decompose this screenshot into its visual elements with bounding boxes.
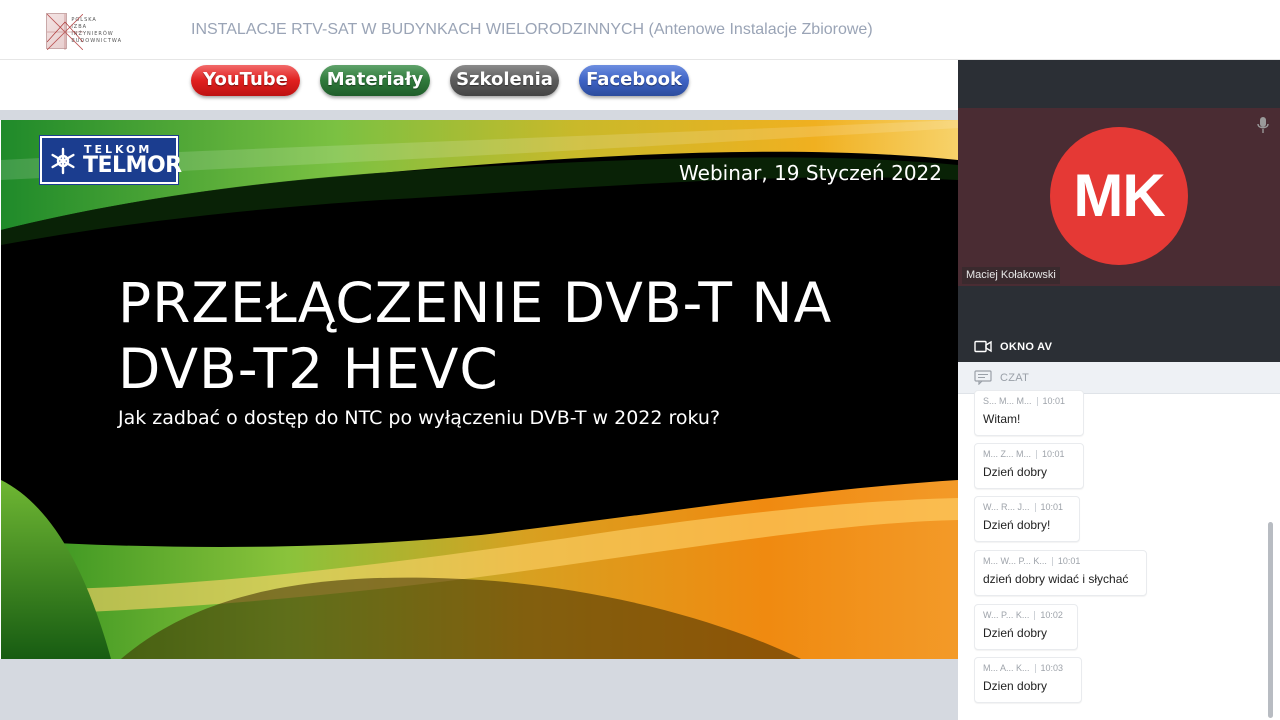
message-meta: S... M... M... 10:01 bbox=[983, 395, 1075, 409]
panel-topbar bbox=[958, 60, 1280, 108]
message-text: Dzień dobry bbox=[983, 465, 1048, 479]
participant-name: Maciej Kołakowski bbox=[962, 267, 1060, 284]
szkolenia-button[interactable]: Szkolenia bbox=[450, 65, 559, 96]
avatar: MK bbox=[1050, 127, 1188, 265]
message-time: 10:01 bbox=[1057, 556, 1081, 566]
message-author: M... Z... M... bbox=[983, 449, 1031, 459]
link-bar: YouTube Materiały Szkolenia Facebook bbox=[0, 60, 958, 110]
chat-panel: CZAT S... M... M... 10:01 Witam! M... Z..… bbox=[958, 362, 1280, 720]
message-author: W... R... J... bbox=[983, 502, 1030, 512]
slide-title: PRZEŁĄCZENIE DVB-T NA DVB-T2 HEVC bbox=[118, 270, 832, 402]
chat-message: M... A... K... 10:03 Dzien dobry bbox=[974, 657, 1082, 703]
message-meta: M... A... K... 10:03 bbox=[983, 662, 1073, 676]
message-author: M... A... K... bbox=[983, 663, 1030, 673]
slide-title-line: DVB-T2 HEVC bbox=[118, 337, 499, 401]
chat-scrollbar[interactable] bbox=[1268, 522, 1273, 718]
message-text: dzień dobry widać i słychać bbox=[983, 572, 1129, 586]
slide-subtitle: Jak zadbać o dostęp do NTC po wyłączeniu… bbox=[118, 407, 721, 429]
message-author: W... P... K... bbox=[983, 610, 1030, 620]
message-text: Dzien dobry bbox=[983, 679, 1048, 693]
message-meta: W... P... K... 10:02 bbox=[983, 609, 1069, 623]
webinar-date: Webinar, 19 Styczeń 2022 bbox=[679, 161, 942, 185]
telmor-brand-main: TELMOR bbox=[83, 153, 182, 178]
header: POLSKA IZBA INŻYNIERÓW BUDOWNICTWA INSTA… bbox=[0, 0, 1280, 60]
chat-message: M... W... P... K... 10:01 dzień dobry wid… bbox=[974, 550, 1147, 596]
message-time: 10:01 bbox=[1042, 396, 1066, 406]
message-text: Witam! bbox=[983, 412, 1021, 426]
youtube-button[interactable]: YouTube bbox=[191, 65, 300, 96]
presentation-slide: TELKOM TELMOR Webinar, 19 Styczeń 2022 P… bbox=[1, 120, 958, 659]
message-text: Dzień dobry! bbox=[983, 518, 1051, 532]
snowflake-icon bbox=[51, 147, 75, 175]
slide-bottom-area bbox=[0, 659, 958, 720]
divider bbox=[0, 110, 958, 120]
chat-message: W... P... K... 10:02 Dzień dobry bbox=[974, 604, 1078, 650]
message-time: 10:01 bbox=[1042, 449, 1065, 459]
message-meta: M... W... P... K... 10:01 bbox=[983, 555, 1138, 569]
message-time: 10:03 bbox=[1040, 663, 1064, 673]
av-window-header[interactable]: OKNO AV bbox=[958, 286, 1280, 362]
message-text: Dzień dobry bbox=[983, 626, 1048, 640]
right-panel: MK Maciej Kołakowski OKNO AV CZAT S... M… bbox=[958, 60, 1280, 720]
message-author: M... W... P... K... bbox=[983, 556, 1047, 566]
message-meta: W... R... J... 10:01 bbox=[983, 501, 1071, 515]
piib-logo[interactable]: POLSKA IZBA INŻYNIERÓW BUDOWNICTWA bbox=[46, 12, 122, 50]
webinar-page: POLSKA IZBA INŻYNIERÓW BUDOWNICTWA INSTA… bbox=[0, 0, 1280, 720]
message-time: 10:01 bbox=[1040, 502, 1064, 512]
chat-icon bbox=[974, 370, 992, 385]
materialy-button[interactable]: Materiały bbox=[320, 65, 430, 96]
chat-message: S... M... M... 10:01 Witam! bbox=[974, 390, 1084, 436]
chat-label: CZAT bbox=[1000, 372, 1030, 384]
telmor-logo: TELKOM TELMOR bbox=[39, 135, 182, 185]
av-window-label: OKNO AV bbox=[1000, 341, 1053, 353]
chat-message: M... Z... M... 10:01 Dzień dobry bbox=[974, 443, 1084, 489]
message-author: S... M... M... bbox=[983, 396, 1032, 406]
message-meta: M... Z... M... 10:01 bbox=[983, 448, 1075, 462]
message-time: 10:02 bbox=[1040, 610, 1063, 620]
chat-message: W... R... J... 10:01 Dzień dobry! bbox=[974, 496, 1080, 542]
microphone-icon[interactable] bbox=[1256, 116, 1270, 134]
camera-icon bbox=[974, 340, 992, 353]
slide-title-line: PRZEŁĄCZENIE DVB-T NA bbox=[118, 271, 833, 335]
facebook-button[interactable]: Facebook bbox=[579, 65, 689, 96]
video-tile[interactable]: MK Maciej Kołakowski bbox=[958, 108, 1280, 286]
piib-logo-mark-icon bbox=[46, 13, 83, 50]
page-title: INSTALACJE RTV-SAT W BUDYNKACH WIELORODZ… bbox=[191, 21, 873, 38]
